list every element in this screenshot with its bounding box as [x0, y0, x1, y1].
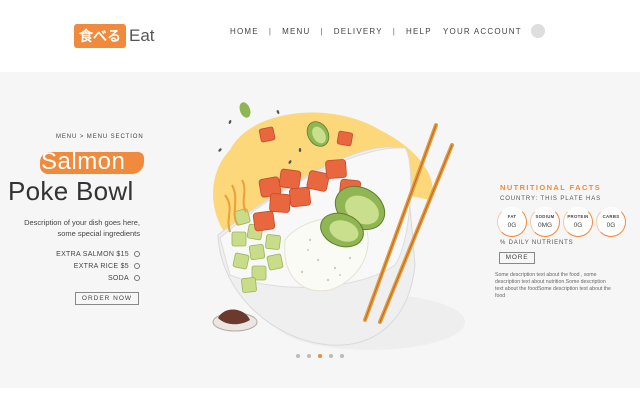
slide-dot[interactable]: [307, 354, 311, 358]
extra-option-label: EXTRA RICE $5: [73, 262, 129, 270]
daily-nutrients-label: % DAILY NUTRIENTS: [500, 240, 574, 246]
nutrient-label: SODIUM: [535, 214, 555, 219]
nav-help[interactable]: HELP: [406, 27, 432, 36]
breadcrumb[interactable]: MENU > MENU SECTION: [56, 134, 144, 140]
floating-salmon: [258, 126, 276, 143]
nav-delivery[interactable]: DELIVERY: [334, 27, 383, 36]
dish-title: Poke Bowl: [8, 176, 134, 206]
nav-menu[interactable]: MENU: [282, 27, 310, 36]
nutrient-label: PROTEIN: [567, 214, 589, 219]
nav-separator: |: [268, 27, 273, 36]
nav-separator: |: [392, 27, 397, 36]
nutrition-description: Some description text about the food , s…: [495, 272, 611, 299]
floating-herb: [239, 102, 251, 118]
nutrition-title: NUTRITIONAL FACTS: [500, 183, 602, 192]
slide-dot-active[interactable]: [318, 354, 322, 358]
nutrient-label: FAT: [507, 214, 517, 219]
logo-text: Eat: [129, 26, 155, 45]
nutrient-label: CARBS: [602, 214, 620, 219]
radio-icon[interactable]: [134, 275, 140, 281]
slide-dot[interactable]: [296, 354, 300, 358]
floating-salmon: [336, 130, 354, 147]
user-avatar-icon[interactable]: [530, 24, 545, 38]
more-button[interactable]: MORE: [499, 252, 535, 264]
nutrient-value: 0G: [573, 222, 583, 229]
slide-indicator: [296, 354, 351, 358]
soy-sauce-dish-icon: [212, 309, 258, 332]
slide-dot[interactable]: [329, 354, 333, 358]
order-now-button[interactable]: ORDER NOW: [75, 292, 139, 305]
account-label: YOUR ACCOUNT: [443, 26, 522, 36]
logo-badge: 食べる: [74, 24, 126, 48]
nutrient-value: 0G: [507, 222, 517, 229]
nutrition-country: COUNTRY: THIS PLATE HAS: [500, 196, 602, 202]
nutrient-sodium: SODIUM 0MG: [529, 207, 561, 237]
extra-option[interactable]: EXTRA SALMON $15: [40, 248, 140, 260]
account-link[interactable]: YOUR ACCOUNT: [443, 24, 545, 38]
nutrient-value: 0G: [606, 222, 616, 229]
nutrient-protein: PROTEIN 0G: [562, 207, 594, 237]
logo[interactable]: 食べる Eat: [74, 24, 155, 48]
nav-separator: |: [320, 27, 324, 36]
extra-option[interactable]: EXTRA RICE $5: [40, 260, 140, 272]
extras-list: EXTRA SALMON $15 EXTRA RICE $5 SODA: [40, 248, 140, 284]
nutrient-carbs: CARBS 0G: [595, 207, 627, 237]
dish-highlight-text: Salmon: [41, 148, 126, 175]
nutrition-facts: FAT 0G SODIUM 0MG PROTEIN 0G CARBS 0G: [496, 207, 628, 237]
main-nav: HOME | MENU | DELIVERY | HELP: [230, 27, 432, 36]
radio-icon[interactable]: [134, 263, 140, 269]
slide-dot[interactable]: [340, 354, 344, 358]
nav-home[interactable]: HOME: [230, 27, 259, 36]
footer-strip: [0, 388, 640, 420]
dish-description: Description of your dish goes here, some…: [24, 218, 140, 238]
nutrient-fat: FAT 0G: [496, 207, 528, 237]
extra-option[interactable]: SODA: [40, 272, 140, 284]
poke-bowl-illustration: [212, 102, 465, 350]
header: 食べる Eat HOME | MENU | DELIVERY | HELP YO…: [0, 0, 640, 72]
extra-option-label: EXTRA SALMON $15: [56, 250, 129, 258]
dish-highlight: Salmon: [38, 148, 144, 176]
nutrient-value: 0MG: [537, 222, 553, 229]
radio-icon[interactable]: [134, 251, 140, 257]
extra-option-label: SODA: [107, 274, 129, 282]
